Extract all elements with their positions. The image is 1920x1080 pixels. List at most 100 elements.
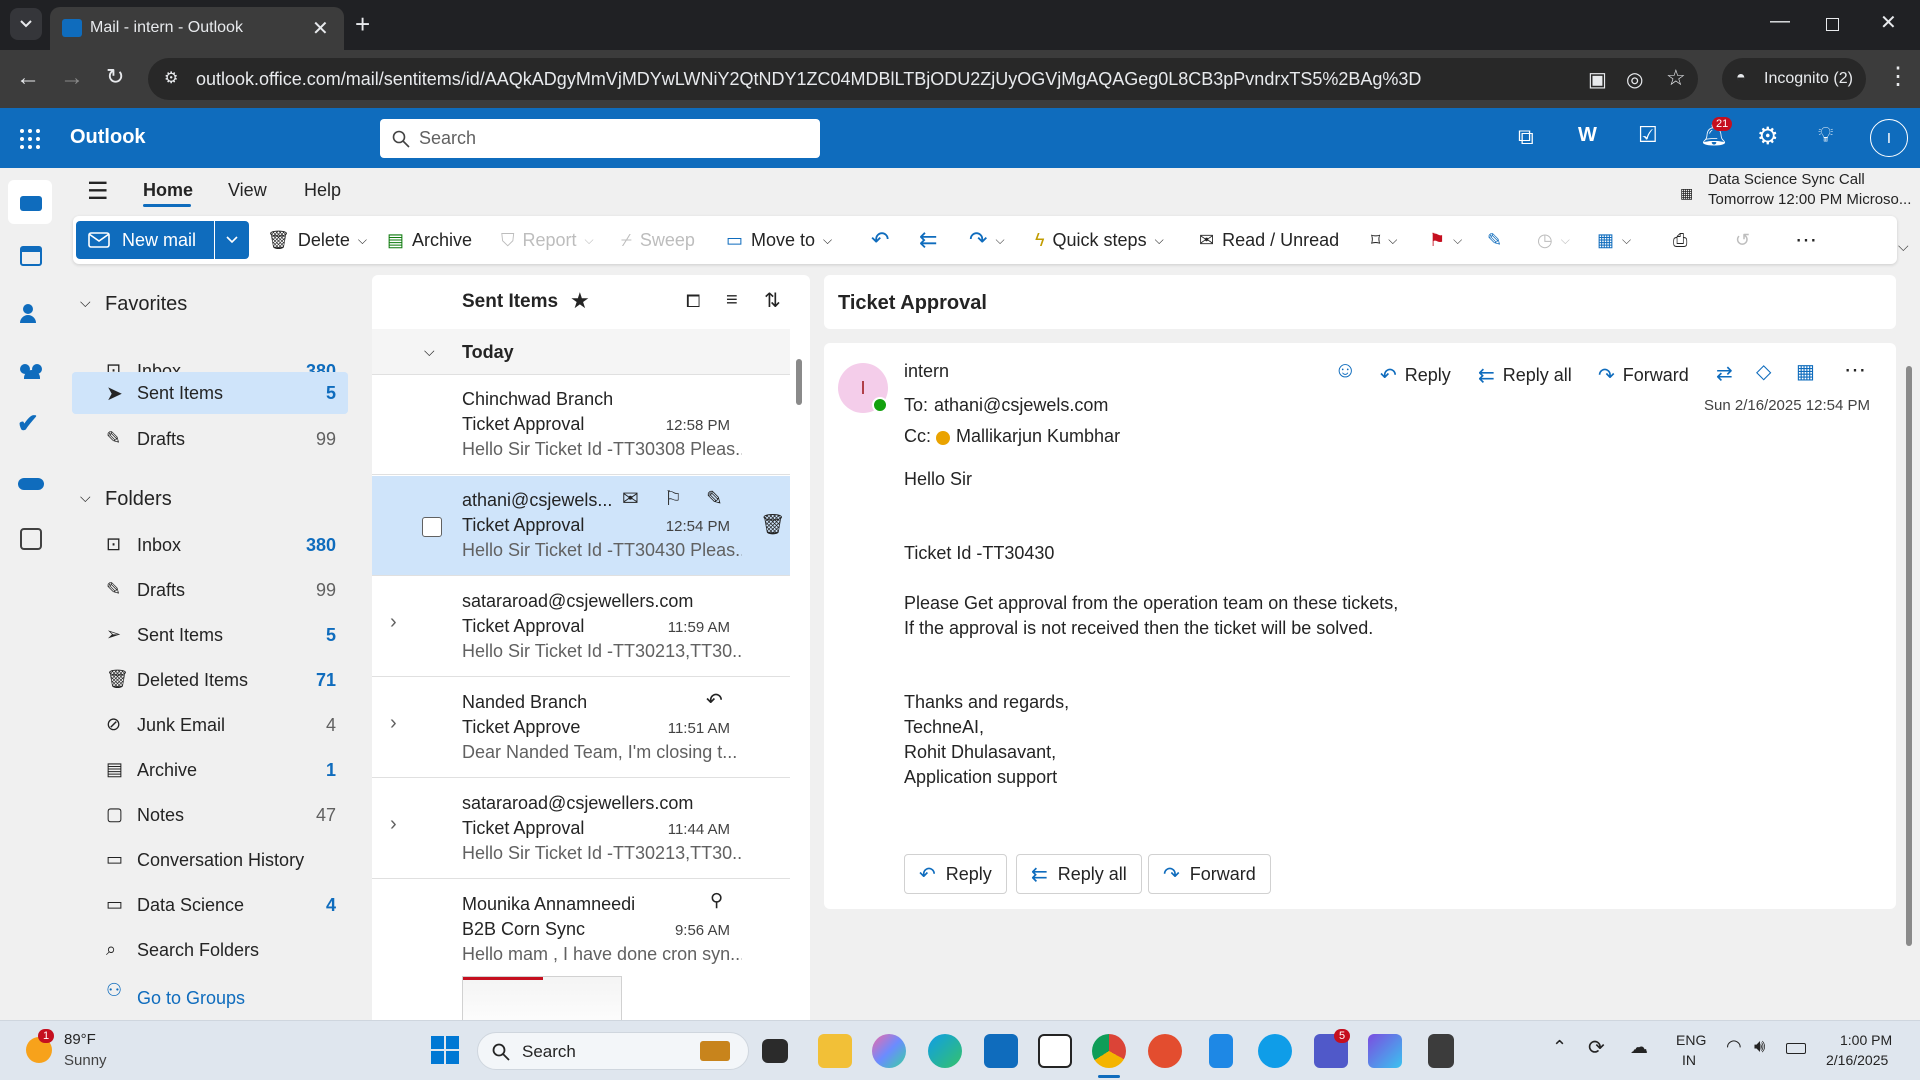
sync-icon[interactable]: ⟳ — [1588, 1035, 1605, 1060]
sort-icon[interactable]: ⇅ — [764, 288, 781, 313]
bottom-forward-button[interactable]: ↷ Forward — [1148, 854, 1271, 894]
tips-lightbulb-icon[interactable]: 💡︎ — [1818, 122, 1833, 148]
app-name[interactable]: Outlook — [70, 126, 146, 149]
tab-help[interactable]: Help — [304, 180, 341, 201]
move-to-button[interactable]: ▭ Move to ⌵ — [726, 216, 832, 264]
folder-drafts[interactable]: ✎ Drafts 99 — [72, 569, 348, 611]
message-item[interactable]: Mounika Annamneedi ⚲ B2B Corn Sync 9:56 … — [372, 880, 790, 1020]
close-tab-icon[interactable]: ✕ — [312, 16, 329, 41]
weather-desc[interactable]: Sunny — [64, 1052, 107, 1069]
volume-icon[interactable]: 🔊︎ — [1754, 1036, 1765, 1057]
folder-archive[interactable]: ▤ Archive 1 — [72, 749, 348, 791]
wifi-icon[interactable]: ◠ — [1726, 1036, 1742, 1057]
rail-people-icon[interactable] — [20, 304, 42, 324]
favorites-chevron-icon[interactable]: ⌵ — [80, 294, 91, 311]
select-checkbox[interactable] — [422, 517, 442, 537]
go-to-groups-link[interactable]: ⚇ Go to Groups — [72, 980, 348, 1010]
reload-icon[interactable]: ↻ — [106, 64, 124, 90]
sender-name[interactable]: intern — [904, 361, 949, 382]
copilot-icon[interactable] — [872, 1034, 906, 1068]
windows-start-icon[interactable] — [431, 1036, 459, 1064]
new-tab-icon[interactable]: + — [355, 9, 370, 40]
folders-header[interactable]: Folders — [105, 488, 172, 511]
chrome-icon[interactable] — [1092, 1034, 1126, 1068]
battery-icon[interactable] — [1786, 1043, 1806, 1054]
bookmark-star-icon[interactable]: ☆ — [1666, 65, 1686, 91]
filter-icon[interactable]: ≡ — [726, 289, 738, 312]
folder-data-science[interactable]: ▭ Data Science 4 — [72, 884, 348, 926]
delete-icon[interactable]: 🗑︎ — [760, 512, 785, 537]
reply-ribbon-button[interactable]: ↶ — [871, 216, 889, 264]
rail-todo-icon[interactable]: ✔ — [17, 408, 39, 439]
favorites-header[interactable]: Favorites — [105, 293, 187, 316]
rail-groups-icon[interactable] — [20, 360, 44, 380]
loop-icon[interactable]: ◇ — [1756, 359, 1771, 384]
flag-icon[interactable]: ⚐ — [664, 486, 682, 511]
meet-now-icon[interactable]: ⧉ — [1518, 124, 1534, 150]
show-hidden-icons-chevron[interactable]: ⌃ — [1552, 1037, 1567, 1058]
snooze-button[interactable]: ◷ ⌵ — [1537, 216, 1570, 264]
folder-search-folders[interactable]: ⌕ Search Folders — [72, 929, 348, 971]
folders-chevron-icon[interactable]: ⌵ — [80, 489, 91, 506]
more-options-button[interactable]: ⋯ — [1795, 216, 1817, 264]
mark-read-icon[interactable]: ✉ — [622, 486, 639, 511]
emoji-react-icon[interactable]: ☺ — [1334, 357, 1356, 383]
forward-icon[interactable]: → — [60, 64, 84, 92]
message-item[interactable]: Chinchwad Branch Ticket Approval 12:58 P… — [372, 375, 790, 475]
forward-button[interactable]: ↷ Forward — [1598, 363, 1689, 388]
new-mail-dropdown[interactable] — [215, 221, 249, 259]
search-box[interactable]: Search — [380, 119, 820, 158]
tab-search-button[interactable] — [10, 8, 42, 40]
bottom-reply-all-button[interactable]: ⇇ Reply all — [1016, 854, 1142, 894]
message-item[interactable]: › satararoad@csjewellers.com Ticket Appr… — [372, 779, 790, 879]
no-camera-icon[interactable]: ▣ — [1588, 67, 1607, 92]
pin-button[interactable]: ✎ — [1487, 216, 1502, 264]
quick-steps-button[interactable]: ϟ Quick steps ⌵ — [1035, 216, 1164, 264]
upcoming-event-title[interactable]: Data Science Sync Call — [1708, 171, 1865, 188]
sweep-button[interactable]: ⌿ Sweep — [621, 216, 695, 264]
bottom-reply-button[interactable]: ↶ Reply — [904, 854, 1007, 894]
back-icon[interactable]: ← — [16, 64, 40, 92]
folder-conversation-history[interactable]: ▭ Conversation History — [72, 839, 348, 881]
phone-link-icon[interactable] — [1258, 1034, 1292, 1068]
taskbar-search-box[interactable]: Search — [477, 1032, 749, 1070]
categorize-button[interactable]: ⌑ ⌵ — [1371, 216, 1397, 264]
expand-chevron-icon[interactable]: › — [390, 813, 397, 836]
folder-deleted-items[interactable]: 🗑︎ Deleted Items 71 — [72, 659, 348, 701]
cc-address[interactable]: Mallikarjun Kumbhar — [956, 426, 1120, 447]
vnc-viewer-icon[interactable] — [1038, 1034, 1072, 1068]
file-explorer-icon[interactable] — [818, 1034, 852, 1068]
flag-button[interactable]: ⚑ ⌵ — [1429, 216, 1462, 264]
word-icon[interactable]: W — [1578, 124, 1597, 147]
folder-notes[interactable]: ▢ Notes 47 — [72, 794, 348, 836]
favorite-sent-items-row[interactable]: ➤ Sent Items 5 — [72, 372, 348, 414]
folder-inbox[interactable]: ⊡ Inbox 380 — [72, 524, 348, 566]
message-list-scrollbar[interactable] — [796, 359, 802, 405]
rules-button[interactable]: ▦ ⌵ — [1597, 216, 1631, 264]
new-mail-button[interactable]: New mail — [76, 221, 214, 259]
eye-off-icon[interactable]: ◎ — [1626, 67, 1643, 92]
to-address[interactable]: athani@csjewels.com — [934, 395, 1108, 416]
report-button[interactable]: ⛉ Report ⌵ — [501, 216, 594, 264]
my-day-icon[interactable]: ☑ — [1638, 122, 1658, 148]
translate-icon[interactable]: ⇄ — [1716, 361, 1733, 386]
select-mode-icon[interactable]: ⧠ — [686, 291, 700, 312]
onedrive-off-icon[interactable]: ☁ — [1630, 1037, 1648, 1058]
folder-junk-email[interactable]: ⊘ Junk Email 4 — [72, 704, 348, 746]
task-view-icon[interactable] — [762, 1039, 788, 1063]
hamburger-menu-icon[interactable]: ☰ — [87, 177, 109, 206]
edge-browser-icon[interactable] — [928, 1034, 962, 1068]
favorite-star-icon[interactable]: ★ — [570, 288, 590, 314]
print-button[interactable]: ⎙ — [1673, 216, 1687, 264]
reply-all-ribbon-button[interactable]: ⇇ — [919, 216, 937, 264]
clock-date[interactable]: 2/16/2025 — [1826, 1052, 1888, 1068]
language-in[interactable]: IN — [1682, 1052, 1696, 1068]
restore-icon[interactable] — [1826, 18, 1839, 31]
forward-ribbon-button[interactable]: ↷ ⌵ — [969, 216, 1005, 264]
more-actions-icon[interactable]: ⋯ — [1844, 357, 1866, 383]
minimize-icon[interactable]: — — [1770, 10, 1790, 33]
expand-chevron-icon[interactable]: › — [390, 611, 397, 634]
folder-sent-items[interactable]: ➢ Sent Items 5 — [72, 614, 348, 656]
message-item[interactable]: › satararoad@csjewellers.com Ticket Appr… — [372, 577, 790, 677]
wps-office-icon[interactable] — [1148, 1034, 1182, 1068]
